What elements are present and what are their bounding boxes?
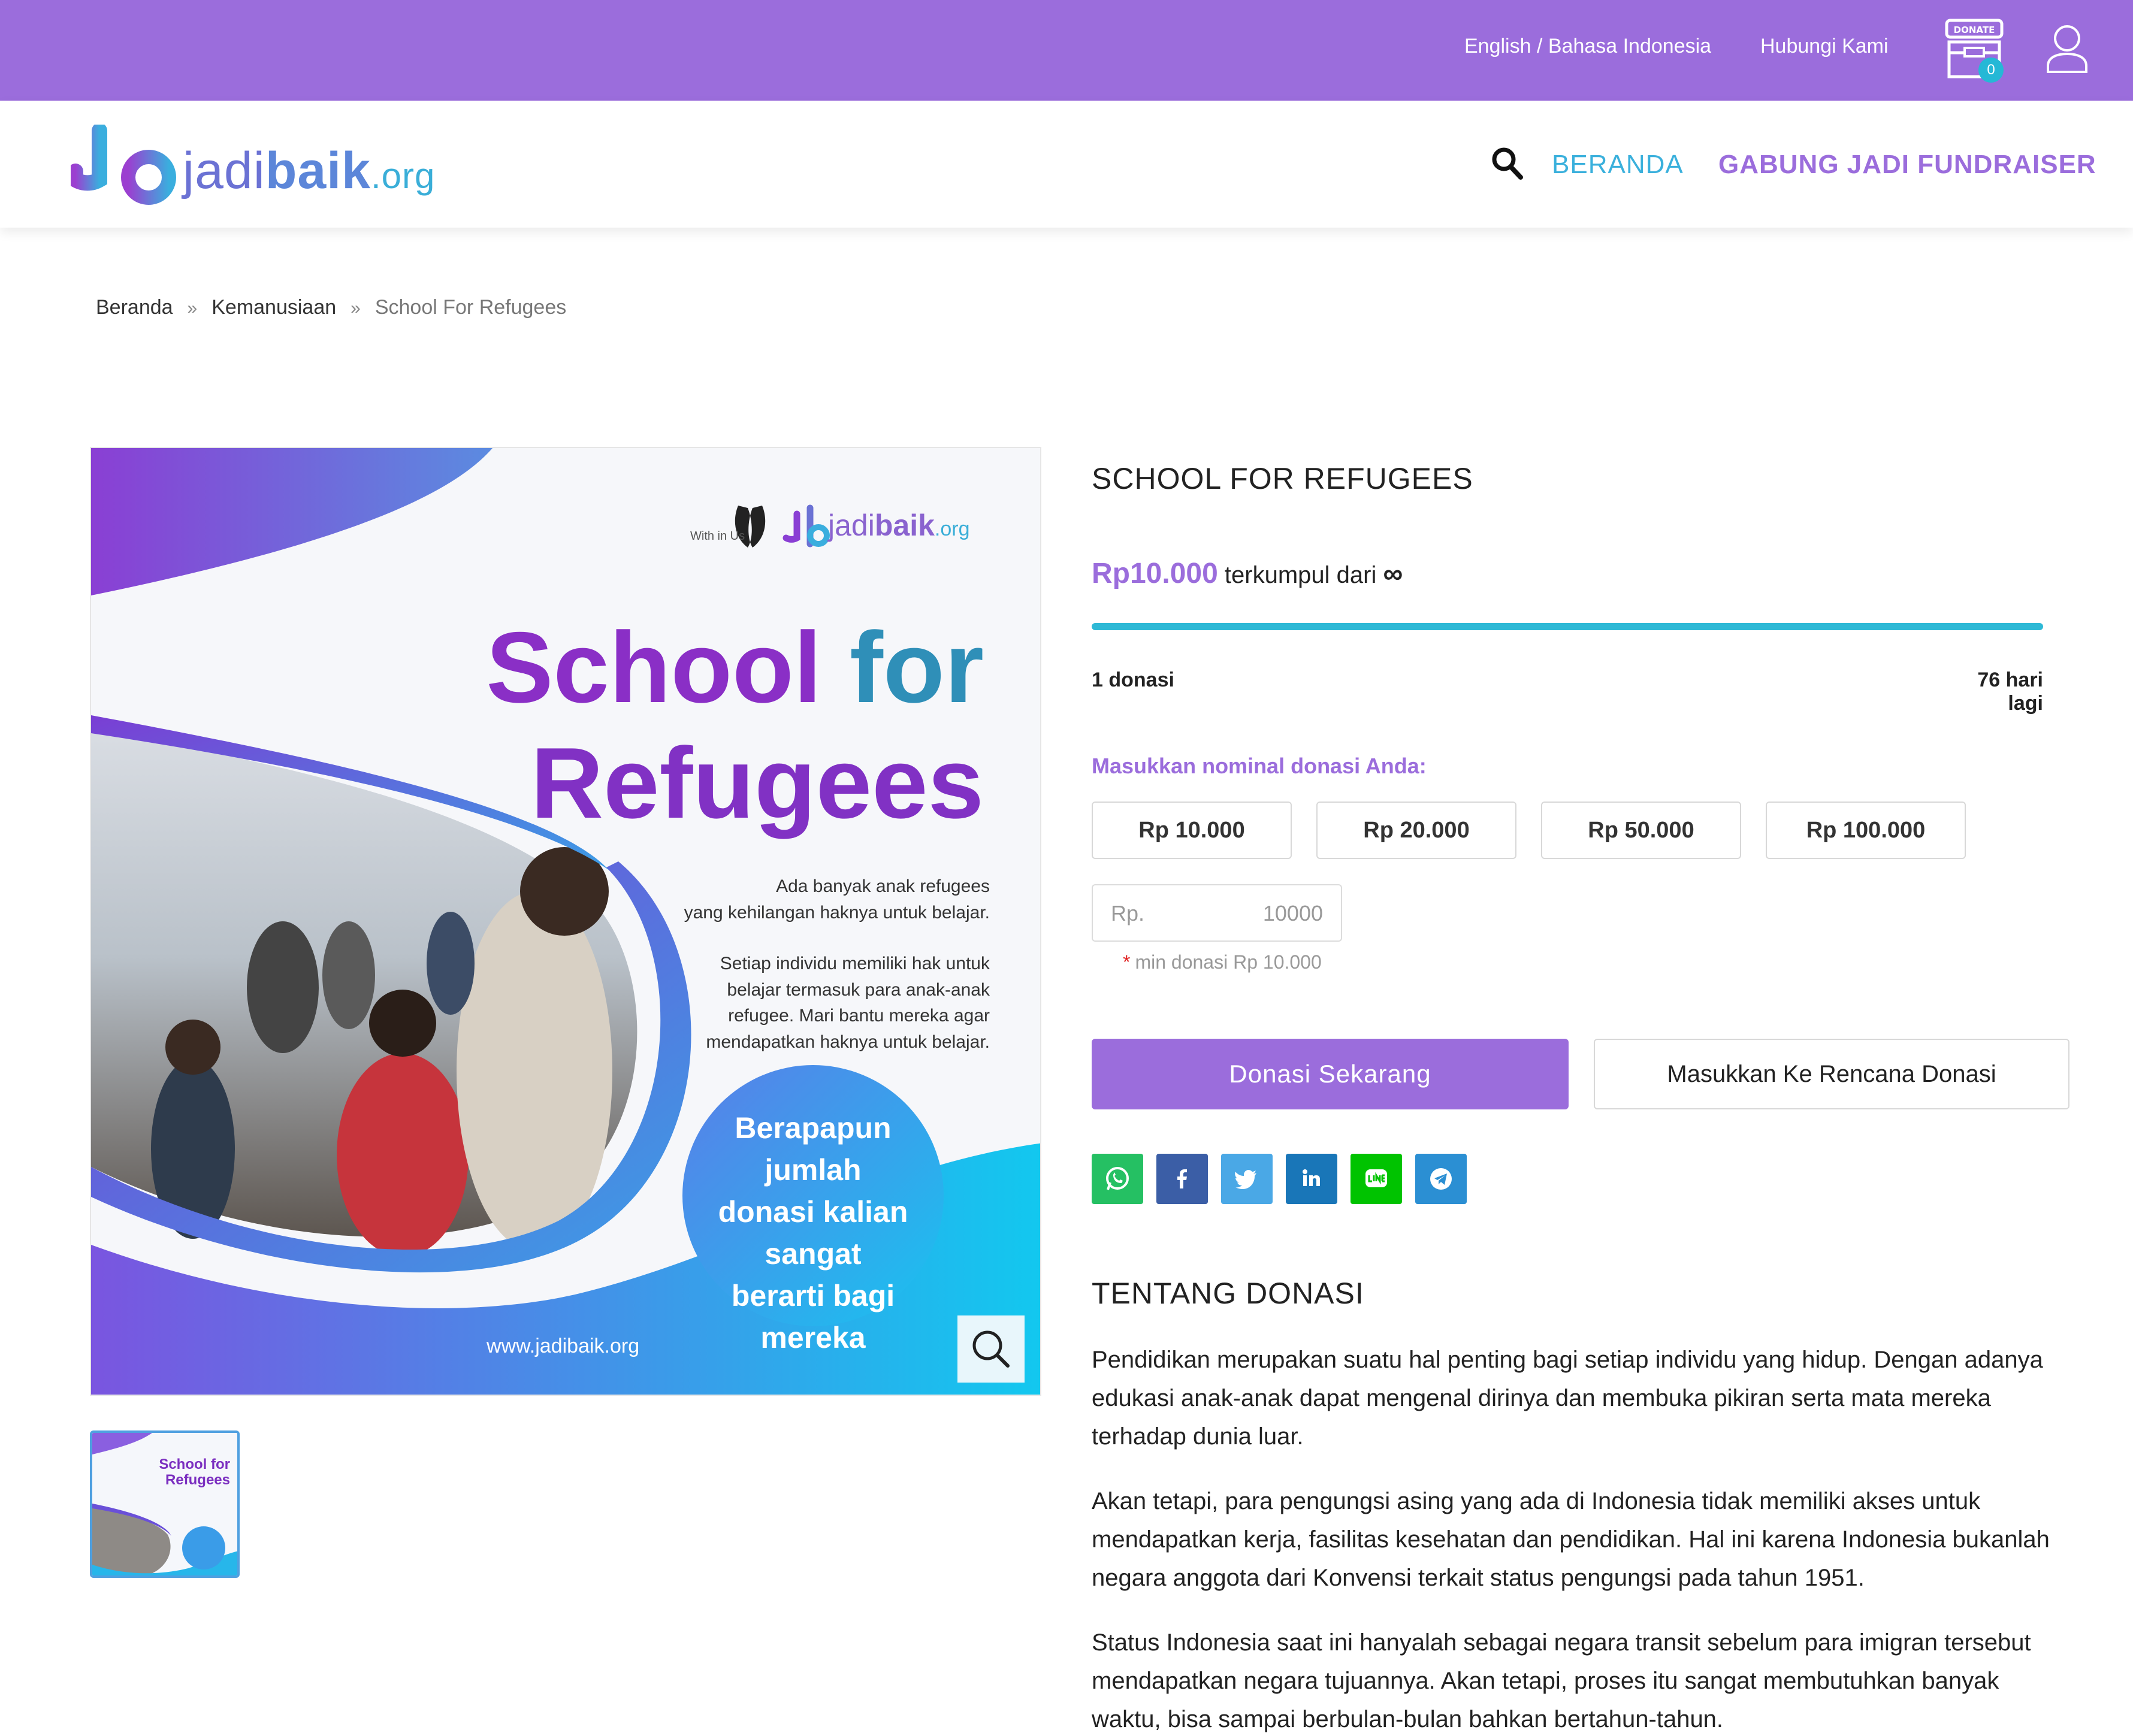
- share-telegram-button[interactable]: [1415, 1154, 1467, 1204]
- breadcrumb-current: School For Refugees: [374, 296, 567, 319]
- image-url: www.jadibaik.org: [487, 1335, 640, 1357]
- line-icon: [1365, 1169, 1387, 1187]
- breadcrumb-separator: »: [351, 298, 361, 318]
- logo-text: jadibaik.org: [183, 142, 436, 199]
- days-left: 76 hari lagi: [1977, 669, 2043, 715]
- linkedin-icon: [1303, 1169, 1320, 1186]
- twitter-icon: [1235, 1170, 1256, 1189]
- user-icon[interactable]: [2044, 24, 2090, 74]
- preset-amount-button[interactable]: Rp 20.000: [1316, 802, 1516, 859]
- zoom-icon: [972, 1330, 1010, 1368]
- raised-summary: Rp10.000 terkumpul dari ∞: [1092, 558, 1403, 589]
- donation-amount-input[interactable]: Rp. 10000: [1092, 884, 1342, 942]
- progress-fill: [1092, 623, 2043, 630]
- thumbnail-title: School for Refugees: [159, 1456, 230, 1489]
- breadcrumb-category[interactable]: Kemanusiaan: [212, 296, 336, 319]
- partner-logo-text: With in Us: [690, 530, 745, 543]
- image-circle-text: Berapapun jumlah donasi kalian sangat be…: [718, 1111, 908, 1354]
- search-icon[interactable]: [1491, 146, 1523, 180]
- breadcrumb-separator: »: [187, 298, 198, 318]
- contact-link[interactable]: Hubungi Kami: [1760, 35, 1889, 58]
- image-logo-text: jadibaik.org: [828, 509, 970, 542]
- currency-prefix: Rp.: [1111, 901, 1145, 926]
- top-bar: English / Bahasa Indonesia Hubungi Kami …: [0, 0, 2133, 101]
- add-to-plan-button[interactable]: Masukkan Ke Rencana Donasi: [1594, 1039, 2069, 1109]
- campaign-image[interactable]: With in Us jadibaik.org School for Refug…: [90, 447, 1041, 1396]
- about-text: Pendidikan merupakan suatu hal penting b…: [1092, 1341, 2074, 1736]
- nav-fundraiser[interactable]: GABUNG JADI FUNDRAISER: [1718, 150, 2096, 180]
- about-paragraph: Akan tetapi, para pengungsi asing yang a…: [1092, 1488, 2050, 1591]
- donate-box-label: DONATE: [1954, 25, 1995, 35]
- cart-count-badge: 0: [1978, 58, 2004, 83]
- zoom-button[interactable]: [957, 1315, 1025, 1383]
- about-paragraph: Status Indonesia saat ini hanyalah sebag…: [1092, 1629, 2031, 1732]
- raised-amount: Rp10.000: [1092, 558, 1218, 589]
- share-linkedin-button[interactable]: [1286, 1154, 1337, 1204]
- share-line-button[interactable]: [1351, 1154, 1402, 1204]
- whatsapp-icon: [1106, 1167, 1129, 1190]
- campaign-title: SCHOOL FOR REFUGEES: [1092, 462, 1473, 495]
- image-description: Ada banyak anak refugees yang kehilangan …: [684, 876, 990, 1052]
- language-switch[interactable]: English / Bahasa Indonesia: [1464, 35, 1711, 58]
- donor-count: 1 donasi: [1092, 669, 1174, 691]
- donation-amount-value: 10000: [1262, 901, 1323, 926]
- telegram-icon: [1430, 1168, 1452, 1190]
- about-title: TENTANG DONASI: [1092, 1277, 1364, 1310]
- preset-amount-button[interactable]: Rp 50.000: [1541, 802, 1741, 859]
- min-donation-note: * min donasi Rp 10.000: [1123, 951, 1322, 973]
- share-twitter-button[interactable]: [1221, 1154, 1273, 1204]
- share-facebook-button[interactable]: [1156, 1154, 1208, 1204]
- facebook-icon: [1177, 1169, 1187, 1188]
- gallery-thumbnail[interactable]: School for Refugees: [90, 1430, 240, 1578]
- preset-amount-button[interactable]: Rp 10.000: [1092, 802, 1292, 859]
- thumbnail-art: [92, 1433, 237, 1575]
- progress-bar: [1092, 623, 2043, 630]
- donation-input-label: Masukkan nominal donasi Anda:: [1092, 754, 1427, 778]
- breadcrumb: Beranda » Kemanusiaan » School For Refugees: [96, 296, 566, 319]
- target-infinity: ∞: [1383, 558, 1403, 589]
- image-title: School for Refugees: [486, 611, 984, 840]
- donate-now-button[interactable]: Donasi Sekarang: [1092, 1039, 1569, 1109]
- preset-amount-button[interactable]: Rp 100.000: [1766, 802, 1966, 859]
- about-paragraph: Pendidikan merupakan suatu hal penting b…: [1092, 1347, 2043, 1450]
- breadcrumb-home[interactable]: Beranda: [96, 296, 173, 319]
- nav-home[interactable]: BERANDA: [1552, 150, 1684, 180]
- share-whatsapp-button[interactable]: [1092, 1154, 1143, 1204]
